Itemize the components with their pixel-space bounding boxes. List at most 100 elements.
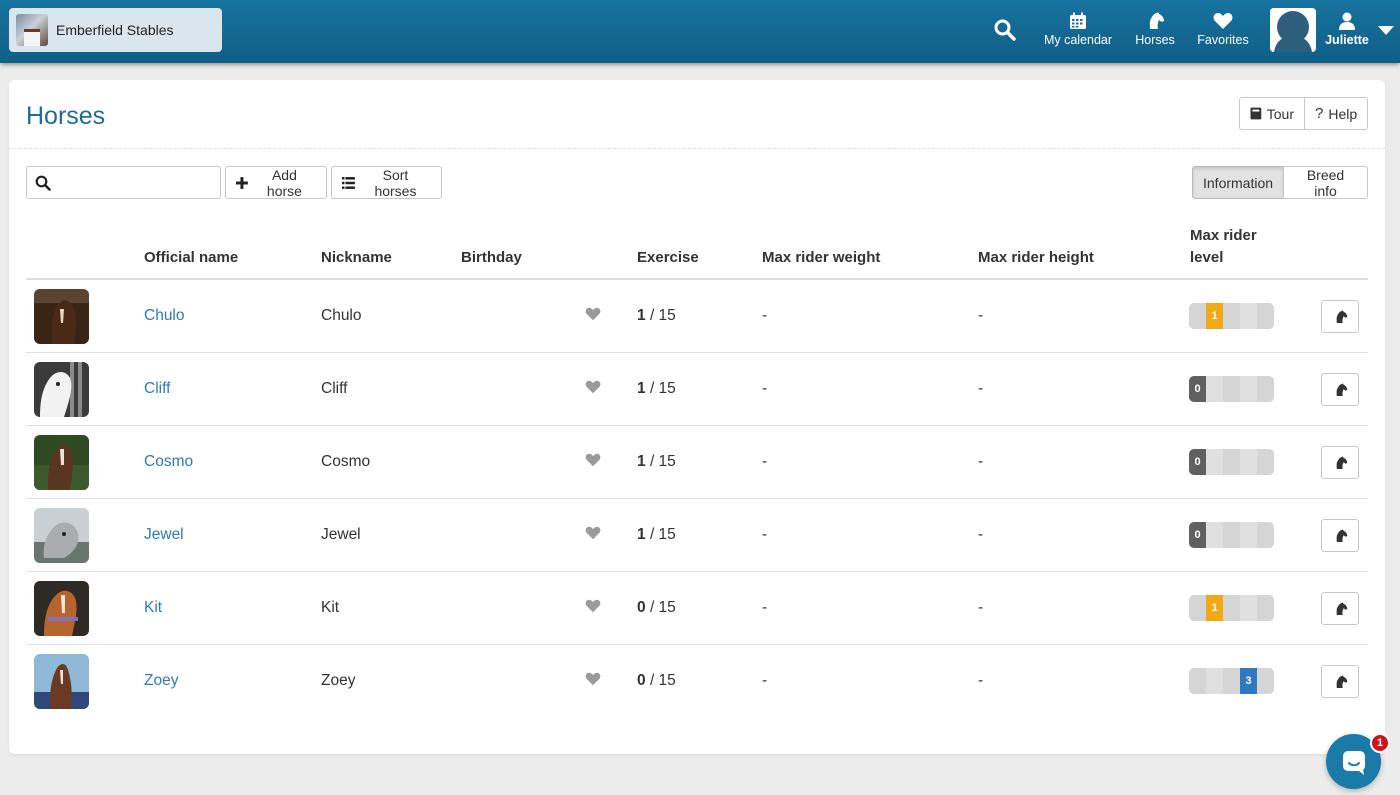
horse-official-name-link[interactable]: Kit bbox=[144, 598, 162, 618]
horse-head-icon bbox=[1336, 601, 1347, 615]
column-header-max-rider-height[interactable]: Max rider height bbox=[978, 247, 1094, 269]
horse-head-icon bbox=[1336, 382, 1347, 396]
search-icon bbox=[35, 175, 51, 191]
table-row: Kit Kit 0 / 15 - - 1 bbox=[26, 572, 1368, 645]
horse-search-box[interactable] bbox=[26, 166, 221, 199]
horse-nickname: Zoey bbox=[321, 672, 356, 689]
search-icon[interactable] bbox=[993, 18, 1019, 44]
brand-home-link[interactable]: Emberfield Stables bbox=[9, 8, 222, 52]
horse-nickname: Cosmo bbox=[321, 453, 371, 470]
user-menu-chevron-down-icon[interactable] bbox=[1378, 26, 1394, 35]
horse-head-icon bbox=[1336, 528, 1347, 542]
table-row: Jewel Jewel 1 / 15 - - 0 bbox=[26, 499, 1368, 572]
column-header-nickname[interactable]: Nickname bbox=[321, 247, 392, 269]
horse-detail-button[interactable] bbox=[1321, 300, 1359, 333]
horse-detail-button[interactable] bbox=[1321, 665, 1359, 698]
exercise-total: / 15 bbox=[649, 380, 676, 397]
horse-detail-button[interactable] bbox=[1321, 446, 1359, 479]
rider-level-value: 0 bbox=[1189, 376, 1206, 402]
nav-favorites[interactable]: Favorites bbox=[1194, 12, 1252, 52]
horse-photo-kit[interactable] bbox=[34, 581, 89, 636]
book-icon bbox=[1250, 107, 1262, 120]
table-row: Cosmo Cosmo 1 / 15 - - 0 bbox=[26, 426, 1368, 499]
horse-official-name-link[interactable]: Cliff bbox=[144, 379, 170, 399]
favorite-heart-icon[interactable] bbox=[585, 380, 601, 399]
user-avatar[interactable] bbox=[1270, 8, 1316, 52]
horse-photo-cosmo[interactable] bbox=[34, 435, 89, 490]
column-header-official-name[interactable]: Official name bbox=[144, 247, 238, 269]
breed-info-view-button[interactable]: Breed info bbox=[1283, 166, 1368, 199]
horse-search-input[interactable] bbox=[55, 171, 215, 195]
favorite-heart-icon[interactable] bbox=[585, 307, 601, 326]
rider-level-bar: 0 bbox=[1189, 522, 1274, 548]
nav-favorites-label: Favorites bbox=[1197, 33, 1249, 47]
horse-official-name-link[interactable]: Cosmo bbox=[144, 452, 193, 472]
horse-detail-button[interactable] bbox=[1321, 592, 1359, 625]
rider-level-bar: 3 bbox=[1189, 668, 1274, 694]
exercise-done: 1 bbox=[637, 307, 646, 324]
chat-notification-badge: 1 bbox=[1370, 733, 1390, 753]
tour-button[interactable]: Tour bbox=[1239, 97, 1305, 130]
top-navigation-bar: Emberfield Stables My calendar Horses Fa… bbox=[0, 0, 1400, 63]
rider-level-bar: 1 bbox=[1189, 303, 1274, 329]
horse-official-name-link[interactable]: Zoey bbox=[144, 671, 178, 691]
horse-photo-cliff[interactable] bbox=[34, 362, 89, 417]
nav-user-menu[interactable]: Juliette bbox=[1322, 12, 1372, 52]
nav-horses[interactable]: Horses bbox=[1131, 12, 1179, 52]
exercise-total: / 15 bbox=[649, 672, 676, 689]
horse-official-name-link[interactable]: Jewel bbox=[144, 525, 184, 545]
exercise-total: / 15 bbox=[649, 453, 676, 470]
rider-level-value: 0 bbox=[1189, 449, 1206, 475]
horse-official-name-link[interactable]: Chulo bbox=[144, 306, 185, 326]
table-row: Chulo Chulo 1 / 15 - - 1 bbox=[26, 280, 1368, 353]
favorite-heart-icon[interactable] bbox=[585, 526, 601, 545]
horse-max-rider-height: - bbox=[978, 526, 984, 543]
horse-photo-chulo[interactable] bbox=[34, 289, 89, 344]
help-button[interactable]: ? Help bbox=[1304, 97, 1368, 130]
exercise-total: / 15 bbox=[649, 307, 676, 324]
nav-my-calendar[interactable]: My calendar bbox=[1041, 12, 1115, 52]
favorite-heart-icon[interactable] bbox=[585, 453, 601, 472]
favorite-heart-icon[interactable] bbox=[585, 672, 601, 691]
information-view-button[interactable]: Information bbox=[1192, 166, 1284, 199]
chat-bubble-icon bbox=[1342, 750, 1365, 775]
breed-info-label: Breed info bbox=[1306, 166, 1345, 199]
rider-level-value: 3 bbox=[1240, 668, 1257, 694]
rider-level-value: 0 bbox=[1189, 522, 1206, 548]
horse-max-rider-weight: - bbox=[762, 672, 768, 689]
column-header-exercise[interactable]: Exercise bbox=[637, 247, 699, 269]
horse-exercise-count: 1 / 15 bbox=[637, 452, 676, 472]
exercise-done: 1 bbox=[637, 453, 646, 470]
sort-horses-button[interactable]: Sort horses bbox=[331, 166, 442, 199]
rider-level-value: 1 bbox=[1206, 303, 1223, 329]
horse-nickname: Kit bbox=[321, 599, 340, 616]
add-horse-button[interactable]: Add horse bbox=[225, 166, 327, 199]
rider-level-value: 1 bbox=[1206, 595, 1223, 621]
horse-detail-button[interactable] bbox=[1321, 373, 1359, 406]
horse-nickname: Jewel bbox=[321, 526, 361, 543]
rider-level-bar: 0 bbox=[1189, 376, 1274, 402]
nav-my-calendar-label: My calendar bbox=[1043, 33, 1113, 47]
exercise-done: 1 bbox=[637, 380, 646, 397]
heart-icon bbox=[1213, 13, 1233, 29]
horses-panel: Horses Tour ? Help Add horse Sort horses… bbox=[9, 80, 1385, 754]
horse-nickname: Cliff bbox=[321, 380, 348, 397]
horse-photo-zoey[interactable] bbox=[34, 654, 89, 709]
horse-exercise-count: 0 / 15 bbox=[637, 671, 676, 691]
horse-exercise-count: 1 / 15 bbox=[637, 379, 676, 399]
horse-photo-jewel[interactable] bbox=[34, 508, 89, 563]
horse-max-rider-height: - bbox=[978, 672, 984, 689]
tour-label: Tour bbox=[1266, 105, 1294, 122]
add-horse-label: Add horse bbox=[266, 166, 302, 199]
exercise-done: 1 bbox=[637, 526, 646, 543]
horse-head-icon bbox=[1336, 309, 1347, 323]
horse-max-rider-weight: - bbox=[762, 599, 768, 616]
column-header-max-rider-level[interactable]: Max rider level bbox=[1190, 225, 1257, 269]
column-header-max-rider-weight[interactable]: Max rider weight bbox=[762, 247, 880, 269]
table-row: Cliff Cliff 1 / 15 - - 0 bbox=[26, 353, 1368, 426]
favorite-heart-icon[interactable] bbox=[585, 599, 601, 618]
horse-detail-button[interactable] bbox=[1321, 519, 1359, 552]
column-header-birthday[interactable]: Birthday bbox=[461, 247, 522, 269]
page-title: Horses bbox=[26, 102, 106, 130]
horse-exercise-count: 1 / 15 bbox=[637, 525, 676, 545]
